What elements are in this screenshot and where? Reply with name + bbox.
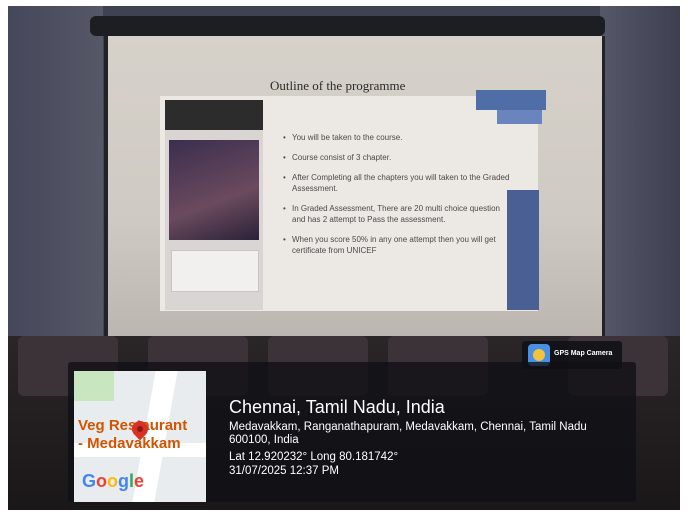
map-pin-dot xyxy=(137,426,143,432)
map-thumbnail: Veg Restaurant - Medavakkam Google xyxy=(74,371,206,502)
slide-accent xyxy=(497,110,542,124)
phone-screenshot xyxy=(165,100,263,310)
slide-accent xyxy=(476,90,546,110)
slide-bullet: After Completing all the chapters you wi… xyxy=(283,172,513,194)
slide-title: Outline of the programme xyxy=(270,78,406,93)
slide-bullet: In Graded Assessment, There are 20 multi… xyxy=(283,203,513,225)
gps-app-name: GPS Map Camera xyxy=(554,350,613,357)
slide-bullets: You will be taken to the course. Course … xyxy=(283,132,513,265)
map-place-label: Veg Restaurant - Medavakkam xyxy=(78,417,188,452)
location-address: Medavakkam, Ranganathapuram, Medavakkam,… xyxy=(229,421,587,446)
location-title: Chennai, Tamil Nadu, India xyxy=(229,397,445,417)
phone-card xyxy=(171,250,259,292)
map-park xyxy=(74,371,114,401)
slide-bullet: You will be taken to the course. xyxy=(283,132,513,143)
slide-bullet: Course consist of 3 chapter. xyxy=(283,152,513,163)
location-coordinates: Lat 12.920232° Long 80.181742° xyxy=(229,451,399,463)
location-datetime: 31/07/2025 12:37 PM xyxy=(229,465,339,477)
projector-screen-bar xyxy=(90,16,605,36)
slide-bullet: When you score 50% in any one attempt th… xyxy=(283,234,513,256)
phone-video xyxy=(169,140,259,240)
google-logo: Google xyxy=(82,471,145,491)
phone-status-bar xyxy=(165,100,263,130)
